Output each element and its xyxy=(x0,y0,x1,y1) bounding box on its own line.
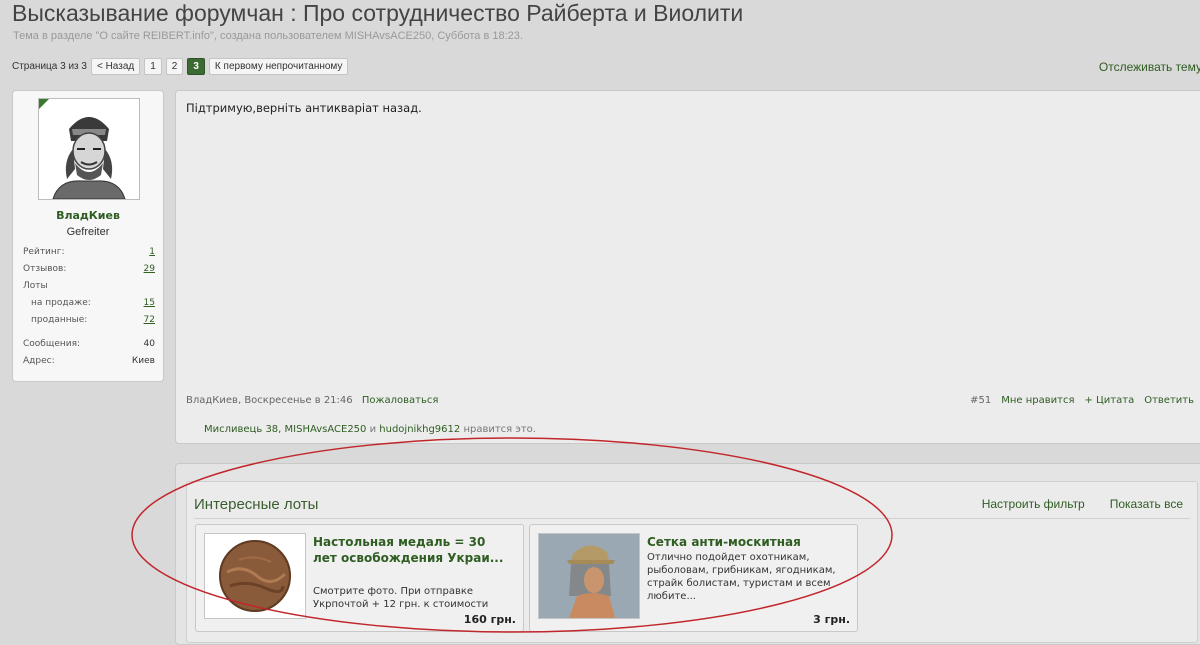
interesting-lots-box: Интересные лоты Настроить фильтр Показат… xyxy=(186,481,1198,643)
lot-thumbnail[interactable] xyxy=(204,533,306,619)
post-number-link[interactable]: #51 xyxy=(970,395,991,406)
pagination: Страница 3 из 3 < Назад 1 2 3 К первому … xyxy=(12,57,349,75)
username[interactable]: ВладКиев xyxy=(13,209,163,222)
lots-title: Интересные лоты xyxy=(194,496,319,513)
stat-label: проданные: xyxy=(31,315,88,325)
lot-thumbnail[interactable] xyxy=(538,533,640,619)
stat-label: на продаже: xyxy=(31,298,91,308)
stat-sold-value[interactable]: 72 xyxy=(144,315,155,325)
divider xyxy=(194,518,1190,519)
reply-button[interactable]: Ответить xyxy=(1144,395,1194,406)
stat-reviews: Отзывов: 29 xyxy=(23,264,155,274)
online-indicator xyxy=(39,99,49,109)
stat-rating: Рейтинг: 1 xyxy=(23,247,155,257)
medal-image-icon xyxy=(205,534,305,618)
stat-reviews-value[interactable]: 29 xyxy=(144,264,155,274)
user-rank: Gefreiter xyxy=(66,226,110,238)
interesting-lots-panel: Интересные лоты Настроить фильтр Показат… xyxy=(175,463,1200,645)
post-message: Підтримую,верніть антикваріат назад. Вла… xyxy=(175,90,1200,444)
stat-on-sale: на продаже: 15 xyxy=(31,298,155,308)
lot-title[interactable]: Настольная медаль = 30 лет освобождения … xyxy=(313,534,513,566)
follow-thread-link[interactable]: Отслеживать тему xyxy=(1099,60,1200,74)
page-3-button[interactable]: 3 xyxy=(187,57,205,75)
stat-address-value: Киев xyxy=(131,356,155,366)
like-button[interactable]: Мне нравится xyxy=(1001,395,1074,406)
mosquito-net-image-icon xyxy=(539,534,639,618)
quote-button[interactable]: + Цитата xyxy=(1084,395,1134,406)
lot-card-medal[interactable]: Настольная медаль = 30 лет освобождения … xyxy=(195,524,524,632)
avatar[interactable] xyxy=(38,98,140,200)
post-actions: #51 Мне нравится + Цитата Ответить xyxy=(970,395,1194,406)
likes-summary: Мисливець 38, MISHAvsACE250 и hudojnikhg… xyxy=(204,424,536,435)
show-all-link[interactable]: Показать все xyxy=(1110,497,1183,511)
lot-price: 160 грн. xyxy=(463,613,516,626)
stat-messages: Сообщения: 40 xyxy=(23,339,155,349)
first-unread-button[interactable]: К первому непрочитанному xyxy=(208,57,349,75)
likes-last-user-link[interactable]: hudojnikhg9612 xyxy=(379,424,460,435)
post-date[interactable]: Воскресенье в 21:46 xyxy=(244,395,352,406)
avatar-portrait-icon xyxy=(39,99,139,199)
page-1-button[interactable]: 1 xyxy=(144,57,162,75)
post-meta: ВладКиев, Воскресенье в 21:46 Пожаловать… xyxy=(186,395,438,406)
stat-label: Отзывов: xyxy=(23,264,67,274)
stat-on-sale-value[interactable]: 15 xyxy=(144,298,155,308)
stat-label: Адрес: xyxy=(23,356,55,366)
page-2-button[interactable]: 2 xyxy=(165,57,184,75)
likes-users-link[interactable]: Мисливець 38, MISHAvsACE250 xyxy=(204,424,366,435)
stat-label: Лоты xyxy=(23,281,48,291)
thread-subtitle: Тема в разделе "О сайте REIBERT.info", с… xyxy=(13,30,523,42)
report-link[interactable]: Пожаловаться xyxy=(362,395,439,406)
post-text: Підтримую,верніть антикваріат назад. xyxy=(186,101,422,115)
lot-description: Смотрите фото. При отправке Укрпочтой + … xyxy=(313,586,489,610)
stat-address: Адрес: Киев xyxy=(23,356,155,366)
lot-card-mosquito-net[interactable]: Сетка анти-москитная Отлично подойдет ох… xyxy=(529,524,858,632)
user-info-panel: ВладКиев Gefreiter Рейтинг: 1 Отзывов: 2… xyxy=(12,90,164,382)
lot-description: Отлично подойдет охотникам, рыболовам, г… xyxy=(647,552,836,602)
likes-and: и xyxy=(369,424,377,435)
lots-links: Настроить фильтр Показать все xyxy=(982,497,1183,511)
stat-sold: проданные: 72 xyxy=(31,315,155,325)
stat-rating-value[interactable]: 1 xyxy=(149,247,155,257)
stat-messages-value: 40 xyxy=(143,339,155,349)
stat-lots: Лоты xyxy=(23,281,155,291)
prev-page-button[interactable]: < Назад xyxy=(90,57,141,75)
post-author[interactable]: ВладКиев xyxy=(186,395,238,406)
stat-label: Рейтинг: xyxy=(23,247,65,257)
filter-settings-link[interactable]: Настроить фильтр xyxy=(982,497,1085,511)
lot-price: 3 грн. xyxy=(813,613,850,626)
stat-label: Сообщения: xyxy=(23,339,81,349)
likes-suffix: нравится это. xyxy=(463,424,536,435)
lot-title[interactable]: Сетка анти-москитная xyxy=(647,534,847,550)
page-count-label: Страница 3 из 3 xyxy=(12,60,87,72)
thread-title: Высказывание форумчан : Про сотрудничест… xyxy=(12,0,744,26)
